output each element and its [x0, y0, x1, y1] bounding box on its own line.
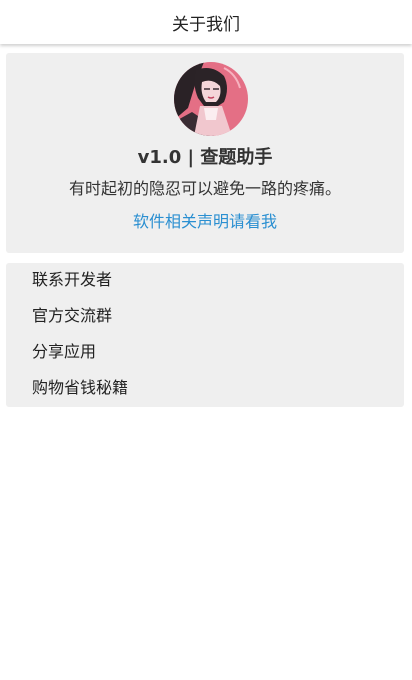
page-title: 关于我们 [172, 14, 240, 35]
menu-item-shopping-tips[interactable]: 购物省钱秘籍 [32, 373, 392, 403]
app-avatar-illustration-icon [174, 62, 248, 136]
disclaimer-link[interactable]: 软件相关声明请看我 [6, 208, 404, 232]
menu-item-official-group[interactable]: 官方交流群 [32, 301, 392, 331]
menu-card: 联系开发者 官方交流群 分享应用 购物省钱秘籍 [6, 263, 404, 407]
about-card: v1.0 | 查题助手 有时起初的隐忍可以避免一路的疼痛。 软件相关声明请看我 [6, 53, 404, 253]
avatar [174, 62, 248, 136]
app-motto: 有时起初的隐忍可以避免一路的疼痛。 [68, 179, 341, 198]
menu-item-share-app[interactable]: 分享应用 [32, 337, 392, 367]
top-app-bar: 关于我们 [0, 0, 412, 44]
app-version-title: v1.0 | 查题助手 [137, 147, 273, 168]
menu-item-contact-developer[interactable]: 联系开发者 [32, 265, 392, 295]
